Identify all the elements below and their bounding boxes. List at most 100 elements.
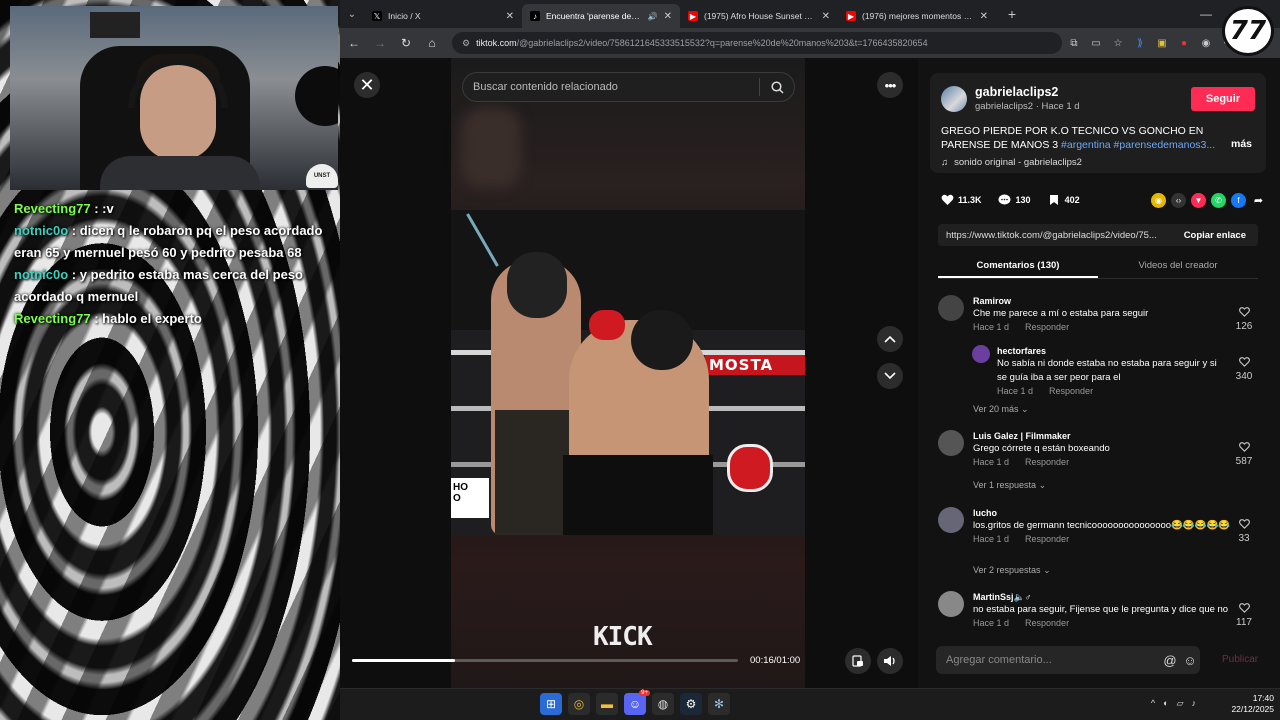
new-tab-button[interactable]: +	[1000, 2, 1024, 26]
comment-username[interactable]: hectorfares	[997, 345, 1223, 357]
share-arrow-icon[interactable]: ➦	[1251, 193, 1266, 208]
reply-button[interactable]: Responder	[1049, 386, 1093, 396]
tab-close-icon[interactable]: ✕	[664, 11, 672, 22]
bookmark-star-icon[interactable]: ☆	[1108, 33, 1128, 53]
related-search[interactable]	[462, 72, 795, 102]
view-replies-link[interactable]: Ver 20 más ⌄	[973, 404, 1029, 415]
wifi-icon[interactable]: ▱	[1177, 698, 1184, 709]
whatsapp-icon[interactable]: ✆	[1211, 193, 1226, 208]
view-replies-link[interactable]: Ver 1 respuesta ⌄	[973, 480, 1046, 491]
video-progress-bar[interactable]	[352, 659, 738, 662]
creator-username[interactable]: gabrielaclips2	[975, 85, 1058, 99]
emoji-icon[interactable]: ☺	[1180, 650, 1200, 670]
network-icon[interactable]: ◐	[1163, 698, 1168, 709]
volume-icon[interactable]	[877, 648, 903, 674]
forward-icon[interactable]: →	[368, 31, 392, 55]
avatar[interactable]	[938, 430, 964, 456]
comment-like-button[interactable]: 126	[1230, 307, 1258, 332]
comment-like-button[interactable]: 33	[1230, 519, 1258, 544]
follow-button[interactable]: Seguir	[1191, 87, 1255, 111]
avatar[interactable]	[941, 86, 967, 112]
home-icon[interactable]: ⌂	[420, 31, 444, 55]
chat-username[interactable]: Revecting77	[14, 201, 91, 216]
translate-icon[interactable]: ⧉	[1064, 33, 1084, 53]
chat-username[interactable]: notnic0o	[14, 267, 68, 282]
tab-comments[interactable]: Comentarios (130)	[938, 257, 1098, 278]
extension-icon[interactable]: ◉	[1196, 33, 1216, 53]
publish-button[interactable]: Publicar	[1222, 654, 1258, 665]
chrome-icon[interactable]: ◎	[568, 693, 590, 715]
avatar[interactable]	[938, 507, 964, 533]
chevron-up-icon[interactable]: ^	[1151, 698, 1155, 709]
settings-icon[interactable]: ✻	[708, 693, 730, 715]
tab-search-icon[interactable]: ⌄	[340, 0, 364, 28]
comment-input[interactable]	[946, 654, 1160, 666]
comment-username[interactable]: lucho	[973, 507, 1233, 519]
back-icon[interactable]: ←	[342, 31, 366, 55]
reply-button[interactable]: Responder	[1025, 534, 1069, 544]
search-input[interactable]	[473, 81, 759, 93]
extension-icon[interactable]: ●	[1174, 33, 1194, 53]
view-replies-link[interactable]: Ver 2 respuestas ⌄	[973, 565, 1051, 576]
comment-username[interactable]: MartinSsj🔈♂	[973, 591, 1233, 603]
close-button[interactable]: ✕	[354, 72, 380, 98]
extension-icon[interactable]: ⟫	[1130, 33, 1150, 53]
avatar[interactable]	[938, 591, 964, 617]
avatar[interactable]	[972, 345, 990, 363]
browser-tab[interactable]: ♪ Encuentra 'parense de man 🔊 ✕	[522, 4, 680, 28]
reply-button[interactable]: Responder	[1025, 618, 1069, 628]
clock[interactable]: 17:40 22/12/2025	[1231, 693, 1274, 715]
coin-icon[interactable]: ◉	[1151, 193, 1166, 208]
site-info-icon[interactable]: ⚙	[462, 38, 470, 49]
hashtags[interactable]: #argentina #parensedemanos3...	[1061, 139, 1215, 151]
mention-icon[interactable]: @	[1160, 650, 1180, 670]
previous-video-button[interactable]	[877, 326, 903, 352]
tab-close-icon[interactable]: ✕	[822, 11, 830, 22]
tab-close-icon[interactable]: ✕	[506, 11, 514, 22]
reply-button[interactable]: Responder	[1025, 322, 1069, 332]
folder-icon[interactable]: ▬	[596, 693, 618, 715]
facebook-icon[interactable]: f	[1231, 193, 1246, 208]
next-video-button[interactable]	[877, 363, 903, 389]
video-link[interactable]: https://www.tiktok.com/@gabrielaclips2/v…	[938, 230, 1172, 241]
extension-icon[interactable]: ▣	[1152, 33, 1172, 53]
steam-icon[interactable]: ⚙	[680, 693, 702, 715]
comment-composer[interactable]: @ ☺	[936, 646, 1200, 674]
minimize-button[interactable]: —	[1186, 0, 1226, 28]
obs-icon[interactable]: ◍	[652, 693, 674, 715]
cast-icon[interactable]: ▭	[1086, 33, 1106, 53]
copy-link-button[interactable]: Copiar enlace	[1172, 230, 1258, 241]
embed-icon[interactable]: ‹›	[1171, 193, 1186, 208]
send-icon[interactable]: ▼	[1191, 193, 1206, 208]
pip-icon[interactable]	[845, 648, 871, 674]
comment-like-button[interactable]: 340	[1230, 357, 1258, 382]
tab-audio-icon[interactable]: 🔊	[648, 12, 658, 21]
url-field[interactable]: ⚙ tiktok.com/@gabrielaclips2/video/75861…	[452, 32, 1062, 54]
tab-creator-videos[interactable]: Videos del creador	[1098, 257, 1258, 278]
chat-username[interactable]: Revecting77	[14, 311, 91, 326]
reload-icon[interactable]: ↻	[394, 31, 418, 55]
kick-watermark: KICK	[593, 622, 653, 652]
more-link[interactable]: más	[1231, 138, 1252, 150]
comment-username[interactable]: Luis Galez | Filmmaker	[973, 430, 1233, 442]
chat-username[interactable]: notnic0o	[14, 223, 68, 238]
reply-button[interactable]: Responder	[1025, 457, 1069, 467]
browser-tab[interactable]: ▶ (1976) mejores momentos pare ✕	[838, 4, 996, 28]
discord-icon[interactable]: ☺ 9+	[624, 690, 650, 715]
comment-button[interactable]: 130	[998, 193, 1031, 207]
browser-tab[interactable]: ▶ (1975) Afro House Sunset Mix | ✕	[680, 4, 838, 28]
like-button[interactable]: 11.3K	[940, 193, 982, 207]
browser-tab[interactable]: 𝕏 Inicio / X ✕	[364, 4, 522, 28]
video-frame[interactable]: MOSTA HO O	[451, 210, 805, 535]
comment-like-button[interactable]: 587	[1230, 442, 1258, 467]
more-options-icon[interactable]: •••	[877, 72, 903, 98]
comment-like-button[interactable]: 117	[1230, 603, 1258, 628]
tab-close-icon[interactable]: ✕	[980, 11, 988, 22]
windows-start-icon[interactable]: ⊞	[540, 693, 562, 715]
comment-username[interactable]: Ramirow	[973, 295, 1233, 307]
avatar[interactable]	[938, 295, 964, 321]
search-icon[interactable]	[760, 72, 794, 102]
sound-info[interactable]: ♫ sonido original - gabrielaclips2	[941, 157, 1082, 168]
volume-icon[interactable]: ♪	[1192, 698, 1197, 709]
save-button[interactable]: 402	[1047, 193, 1080, 207]
